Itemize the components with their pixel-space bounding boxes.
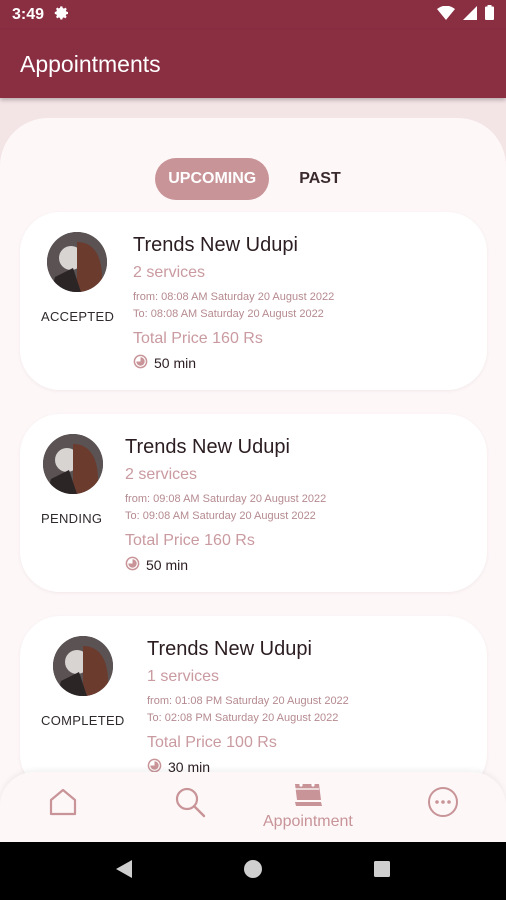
nav-more[interactable]	[427, 786, 459, 823]
appointment-card[interactable]: PENDING Trends New Udupi 2 services from…	[20, 414, 487, 592]
services-count: 1 services	[147, 668, 220, 685]
calendar-book-icon	[291, 780, 325, 813]
back-icon[interactable]	[115, 859, 133, 884]
to-time: To: 02:08 PM Saturday 20 August 2022	[147, 712, 339, 724]
home-icon	[47, 786, 79, 823]
system-nav-bar	[0, 842, 506, 900]
bottom-nav: Appointment	[0, 772, 506, 842]
more-options-icon	[427, 786, 459, 823]
shop-name: Trends New Udupi	[125, 436, 290, 458]
nav-search[interactable]	[174, 786, 206, 823]
status-badge: ACCEPTED	[41, 309, 115, 324]
timer-icon	[125, 556, 140, 574]
from-time: from: 01:08 PM Saturday 20 August 2022	[147, 695, 349, 707]
shop-avatar	[47, 232, 107, 292]
duration: 50 min	[125, 556, 188, 574]
battery-icon	[485, 5, 494, 25]
duration: 50 min	[133, 354, 196, 372]
home-circle-icon[interactable]	[243, 859, 263, 884]
from-time: from: 09:08 AM Saturday 20 August 2022	[125, 493, 327, 505]
shop-avatar	[43, 434, 103, 494]
status-badge: PENDING	[41, 511, 103, 526]
signal-icon	[463, 5, 477, 25]
total-price: Total Price 160 Rs	[133, 330, 263, 347]
status-time: 3:49	[12, 6, 45, 23]
shop-avatar	[53, 636, 113, 696]
tab-upcoming[interactable]: UPCOMING	[155, 158, 270, 200]
nav-appointment-label: Appointment	[263, 813, 353, 830]
recents-icon[interactable]	[373, 860, 391, 883]
services-count: 2 services	[133, 264, 206, 281]
shop-name: Trends New Udupi	[133, 234, 298, 256]
nav-home[interactable]	[47, 786, 79, 823]
duration-label: 50 min	[146, 557, 189, 573]
page-title: Appointments	[20, 50, 161, 77]
appointment-card[interactable]: COMPLETED Trends New Udupi 1 services fr…	[20, 616, 487, 794]
shop-name: Trends New Udupi	[147, 638, 312, 660]
nav-appointment[interactable]: Appointment	[263, 780, 353, 831]
to-time: To: 09:08 AM Saturday 20 August 2022	[125, 510, 316, 522]
timer-icon	[133, 354, 148, 372]
to-time: To: 08:08 AM Saturday 20 August 2022	[133, 308, 324, 320]
app-bar: Appointments	[0, 30, 506, 98]
total-price: Total Price 160 Rs	[125, 532, 255, 549]
status-badge: COMPLETED	[41, 713, 125, 728]
total-price: Total Price 100 Rs	[147, 734, 277, 751]
duration-label: 50 min	[154, 355, 197, 371]
search-icon	[174, 786, 206, 823]
appointments-sheet: UPCOMING PAST ACCEPTED Trends New Udupi …	[0, 118, 506, 842]
wifi-icon	[437, 5, 455, 25]
settings-gear-icon	[54, 5, 70, 26]
appointment-tabs: UPCOMING PAST	[0, 158, 506, 200]
tab-past[interactable]: PAST	[289, 158, 350, 200]
appointment-card[interactable]: ACCEPTED Trends New Udupi 2 services fro…	[20, 212, 487, 390]
services-count: 2 services	[125, 466, 198, 483]
status-bar: 3:49	[0, 0, 506, 30]
from-time: from: 08:08 AM Saturday 20 August 2022	[133, 291, 335, 303]
